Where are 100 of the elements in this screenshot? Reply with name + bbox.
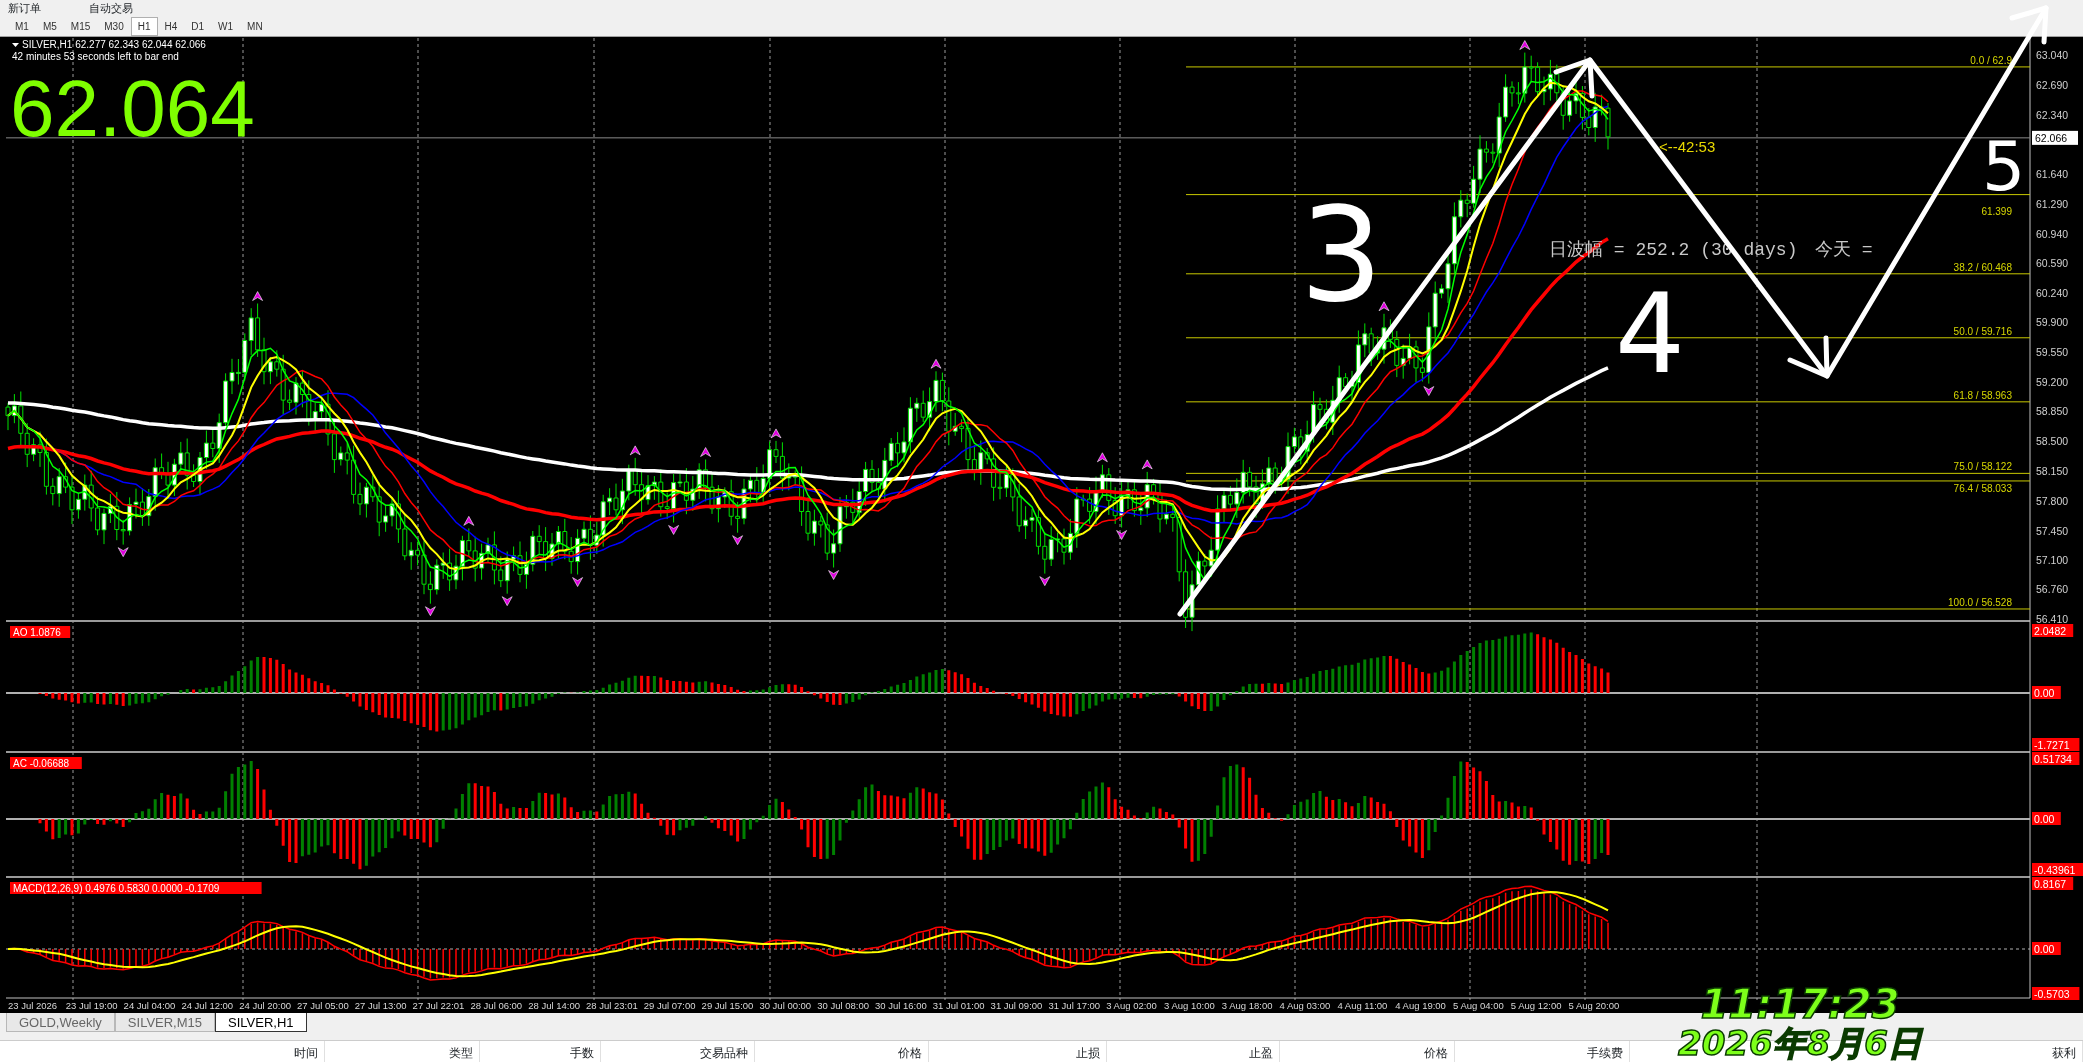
indicator-axis-label: 0.00: [2032, 686, 2061, 699]
price-axis-label: 62.340: [2036, 108, 2069, 121]
price-axis-label: 58.150: [2036, 465, 2069, 477]
price-axis-label: 60.940: [2036, 227, 2069, 240]
price-axis-label: 63.040: [2036, 49, 2069, 61]
time-axis-label: 5 Aug 12:00: [1510, 1000, 1562, 1011]
timeframe-button[interactable]: H1: [130, 16, 158, 36]
time-axis-label: 30 Jul 00:00: [759, 1000, 812, 1011]
time-axis-label: 31 Jul 01:00: [932, 1000, 985, 1011]
indicator-axis-label: -1.7271: [2032, 738, 2080, 751]
today-range-text: 今天 =: [1815, 240, 1873, 260]
indicator-axis-label: -0.5703: [2032, 987, 2080, 1000]
indicator-label: MACD(12,26,9) 0.4976 0.5830 0.0000 -0.1709: [10, 882, 262, 894]
indicator-axis-label: 2.0482: [2032, 624, 2074, 637]
fibonacci-level-label: 0.0 / 62.9: [1970, 54, 2012, 66]
price-axis-label: 61.290: [2036, 197, 2069, 210]
time-axis-label: 27 Jul 22:01: [412, 1000, 465, 1011]
timeframe-button[interactable]: W1: [211, 16, 241, 36]
column-header: 交易品种: [601, 1041, 755, 1062]
price-axis-label: 58.500: [2036, 435, 2069, 448]
current-price-tag: 62.066: [2032, 130, 2078, 145]
time-axis-label: 27 Jul 13:00: [354, 1000, 407, 1011]
price-axis-label: 56.760: [2036, 583, 2069, 596]
timeframe-button[interactable]: M5: [35, 16, 64, 36]
price-axis-label: 60.590: [2036, 257, 2069, 270]
time-axis-label: 23 Jul 2026: [8, 1000, 58, 1011]
price-axis-label: 59.550: [2036, 345, 2069, 358]
fibonacci-level-label: 100.0 / 56.528: [1948, 597, 2012, 608]
price-axis-label: 57.450: [2036, 524, 2069, 537]
price-axis-label: 60.240: [2036, 287, 2069, 300]
countdown-text: 42 minutes 53 seconds left to bar end: [12, 51, 179, 62]
clock-date: 2026年8月6日: [1678, 1026, 1922, 1060]
time-axis-label: 30 Jul 08:00: [817, 1000, 869, 1011]
fibonacci-level-label: 50.0 / 59.716: [1953, 325, 2012, 337]
toolbar-button[interactable]: 新订单: [8, 0, 41, 16]
time-axis-label: 28 Jul 23:01: [586, 1000, 638, 1011]
time-axis-label: 27 Jul 05:00: [297, 1000, 349, 1011]
column-header: 止损: [929, 1041, 1107, 1062]
price-axis-label: 61.640: [2036, 168, 2069, 181]
time-axis-label: 28 Jul 06:00: [470, 1000, 523, 1011]
fibonacci-level-label: 76.4 / 58.033: [1953, 482, 2012, 494]
chart-tab[interactable]: SILVER,M15: [114, 1013, 216, 1032]
time-axis-label: 4 Aug 19:00: [1395, 1000, 1446, 1011]
time-axis-label: 24 Jul 12:00: [181, 1000, 234, 1011]
timeframe-button[interactable]: MN: [240, 16, 270, 36]
indicator-axis-label: 0.00: [2032, 942, 2061, 955]
time-axis-label: 24 Jul 04:00: [123, 1000, 176, 1011]
column-header: 手续费: [1455, 1041, 1630, 1062]
column-header: 价格: [755, 1041, 929, 1062]
chart-tab[interactable]: SILVER,H1: [215, 1013, 307, 1032]
current-price-display: 62.064: [10, 64, 255, 153]
dropdown-arrow-icon: [12, 43, 19, 47]
time-axis-label: 24 Jul 20:00: [239, 1000, 291, 1011]
indicator-axis-label: 0.51734: [2032, 752, 2080, 765]
column-header: 止盈: [1107, 1041, 1280, 1062]
time-axis-label: 5 Aug 04:00: [1453, 1000, 1504, 1011]
price-axis-label: 59.900: [2036, 316, 2069, 329]
timeframe-button[interactable]: M30: [97, 16, 131, 36]
time-axis-label: 31 Jul 09:00: [990, 1000, 1043, 1011]
time-axis-label: 5 Aug 20:00: [1568, 1000, 1620, 1011]
price-axis-label: 57.800: [2036, 494, 2069, 507]
wave-number-label: 3: [1300, 179, 1383, 331]
time-axis-label: 29 Jul 07:00: [643, 1000, 696, 1011]
timeframe-button[interactable]: M15: [63, 16, 98, 36]
price-axis-label: 58.850: [2036, 405, 2069, 418]
time-axis-label: 31 Jul 17:00: [1048, 1000, 1101, 1011]
column-header: 时间: [0, 1041, 325, 1062]
toolbar-button[interactable]: 自动交易: [89, 0, 133, 16]
time-axis-label: 28 Jul 14:00: [528, 1000, 580, 1011]
fibonacci-level-label: 61.8 / 58.963: [1953, 389, 2012, 401]
time-axis-label: 3 Aug 10:00: [1164, 1000, 1215, 1011]
time-axis-label: 29 Jul 15:00: [701, 1000, 754, 1011]
bar-timer-label: <--42:53: [1659, 138, 1716, 155]
chart-tab[interactable]: GOLD,Weekly: [6, 1013, 115, 1032]
time-axis-label: 4 Aug 03:00: [1279, 1000, 1331, 1011]
column-header: 类型: [325, 1041, 480, 1062]
column-header: 手数: [480, 1041, 601, 1062]
price-axis-label: 59.200: [2036, 375, 2069, 388]
fibonacci-level-label: 61.399: [1981, 205, 2012, 217]
indicator-axis-label: 0.8167: [2032, 877, 2074, 890]
indicator-label: AC -0.06688: [10, 757, 82, 769]
price-axis-label: 56.410: [2036, 613, 2069, 625]
price-axis-label: 62.690: [2036, 78, 2069, 91]
price-axis-label: 57.100: [2036, 554, 2069, 567]
indicator-axis-label: -0.43961: [2032, 863, 2083, 876]
indicator-axis-label: 0.00: [2032, 812, 2061, 825]
fibonacci-level-label: 75.0 / 58.122: [1953, 461, 2012, 473]
symbol-info-text: SILVER,H1 62.277 62.343 62.044 62.066: [22, 39, 206, 50]
fibonacci-level-label: 38.2 / 60.468: [1953, 261, 2012, 273]
time-axis-label: 30 Jul 16:00: [875, 1000, 927, 1011]
time-axis-label: 3 Aug 18:00: [1221, 1000, 1273, 1011]
timeframe-button[interactable]: H4: [157, 16, 185, 36]
timeframe-button[interactable]: M1: [8, 16, 36, 36]
column-header: 价格: [1280, 1041, 1455, 1062]
indicator-label: AO 1.0876: [10, 626, 71, 638]
timeframe-button[interactable]: D1: [184, 16, 212, 36]
time-axis-label: 4 Aug 11:00: [1337, 1000, 1388, 1011]
time-axis-label: 23 Jul 19:00: [65, 1000, 118, 1011]
wave-number-label: 5: [1982, 127, 2026, 206]
time-axis-label: 3 Aug 02:00: [1106, 1000, 1157, 1011]
